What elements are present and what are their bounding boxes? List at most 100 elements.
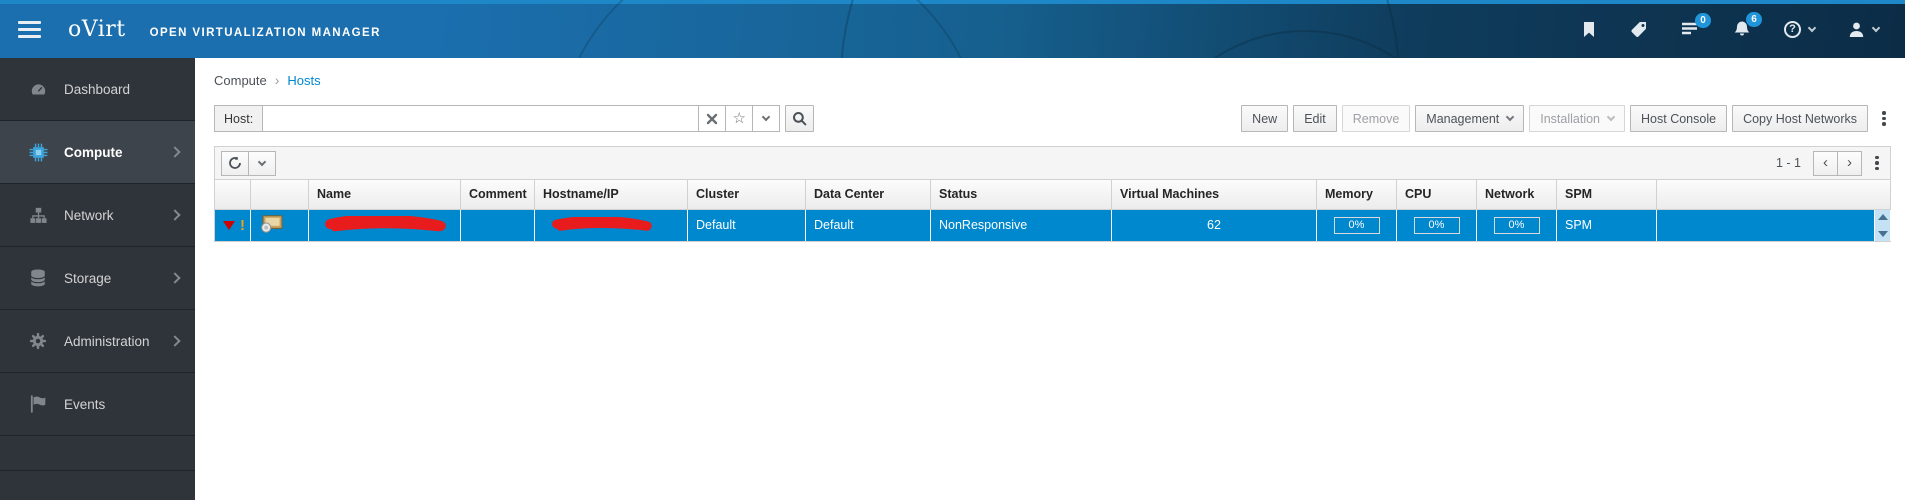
table-header-row: Name Comment Hostname/IP Cluster Data Ce… (214, 180, 1891, 210)
sidebar-item-compute[interactable]: Compute (0, 121, 195, 184)
spm-host-icon (261, 214, 283, 233)
sidebar-spacer (0, 436, 195, 471)
cpu-cell[interactable]: 0% (1396, 209, 1477, 242)
network-cell[interactable]: 0% (1476, 209, 1557, 242)
column-header-name[interactable]: Name (308, 180, 461, 210)
column-header-type[interactable] (250, 180, 309, 210)
help-menu[interactable]: ? (1784, 20, 1817, 38)
host-console-button[interactable]: Host Console (1630, 105, 1728, 132)
magnifier-icon (793, 112, 807, 126)
new-button[interactable]: New (1241, 105, 1289, 132)
datacenter-cell[interactable]: Default (805, 209, 931, 242)
masthead-decoration (1140, 30, 1470, 58)
notifications-bell-icon[interactable]: 6 (1733, 12, 1762, 38)
table-scrollbar[interactable] (1874, 209, 1891, 242)
chevron-right-icon (169, 209, 181, 221)
scroll-down-icon[interactable] (1877, 230, 1888, 237)
redacted-name-scribble (325, 216, 446, 232)
scroll-up-icon[interactable] (1877, 213, 1888, 220)
clear-search-icon[interactable] (698, 105, 727, 132)
user-menu[interactable] (1848, 21, 1881, 38)
comment-cell[interactable] (460, 209, 535, 242)
kebab-menu-icon[interactable] (1870, 150, 1884, 177)
hostname-cell[interactable] (534, 209, 688, 242)
search-input[interactable] (262, 105, 700, 132)
column-header-filler (1656, 180, 1891, 210)
controls-row: Host: ☆ New Edit Remove Management Insta… (214, 105, 1891, 132)
alert-cell[interactable]: ! (214, 209, 251, 242)
breadcrumb-separator: › (274, 72, 280, 88)
error-triangle-icon (223, 220, 235, 230)
masthead-decoration (840, 0, 1400, 58)
memory-cell[interactable]: 0% (1316, 209, 1397, 242)
remove-button[interactable]: Remove (1341, 105, 1411, 132)
sidebar-item-label: Network (64, 207, 114, 223)
sidebar-item-label: Compute (64, 144, 123, 160)
tasks-badge: 0 (1695, 13, 1711, 28)
breadcrumb-hosts-link[interactable]: Hosts (287, 73, 320, 88)
dashboard-icon (29, 81, 51, 98)
search-history-chevron-icon[interactable] (752, 105, 781, 132)
sidebar-item-label: Administration (64, 333, 150, 349)
breadcrumb: Compute › Hosts (214, 71, 1891, 89)
pagination-range: 1 - 1 (1775, 156, 1801, 170)
sidebar-item-administration[interactable]: Administration (0, 310, 195, 373)
column-header-cpu[interactable]: CPU (1396, 180, 1477, 210)
pagination: 1 - 1 ‹ › (1776, 150, 1884, 177)
bookmark-icon[interactable] (1581, 21, 1597, 38)
column-header-alert[interactable] (214, 180, 251, 210)
edit-button[interactable]: Edit (1293, 105, 1337, 132)
vm-count-cell[interactable]: 62 (1111, 209, 1317, 242)
chevron-down-icon (1506, 112, 1515, 122)
chevron-right-icon (169, 335, 181, 347)
filler-cell[interactable] (1656, 209, 1875, 242)
search-button[interactable] (785, 105, 815, 132)
sidebar-item-network[interactable]: Network (0, 184, 195, 247)
sidebar-item-label: Events (64, 396, 106, 412)
column-header-network[interactable]: Network (1476, 180, 1557, 210)
status-cell[interactable]: NonResponsive (930, 209, 1112, 242)
refresh-icon (229, 156, 241, 169)
sidebar-item-dashboard[interactable]: Dashboard (0, 58, 195, 121)
management-dropdown-button[interactable]: Management (1415, 105, 1525, 132)
tags-icon[interactable] (1630, 21, 1648, 38)
user-icon (1849, 22, 1864, 37)
sitemap-icon (29, 207, 51, 224)
bookmark-search-star-icon[interactable]: ☆ (725, 105, 754, 132)
previous-page-button[interactable]: ‹ (1813, 150, 1838, 176)
chevron-down-icon (1807, 23, 1817, 32)
refresh-button[interactable] (221, 150, 249, 176)
column-header-comment[interactable]: Comment (460, 180, 535, 210)
search-scope-label: Host: (214, 105, 264, 132)
column-header-spm[interactable]: SPM (1556, 180, 1657, 210)
column-header-cluster[interactable]: Cluster (687, 180, 806, 210)
installation-dropdown-button[interactable]: Installation (1529, 105, 1626, 132)
column-header-memory[interactable]: Memory (1316, 180, 1397, 210)
spm-cell[interactable]: SPM (1556, 209, 1657, 242)
tasks-icon[interactable]: 0 (1681, 13, 1711, 37)
sidebar-item-events[interactable]: Events (0, 373, 195, 436)
alerts-badge: 6 (1746, 12, 1762, 27)
next-page-button[interactable]: › (1837, 150, 1862, 176)
name-cell[interactable] (308, 209, 461, 242)
chevron-down-icon (1606, 112, 1616, 122)
column-header-datacenter[interactable]: Data Center (805, 180, 931, 210)
chevron-right-icon (169, 146, 181, 158)
question-icon: ? (1784, 20, 1801, 38)
memory-usage-gauge: 0% (1333, 216, 1380, 234)
column-header-hostname[interactable]: Hostname/IP (534, 180, 688, 210)
host-type-cell[interactable] (250, 209, 309, 242)
breadcrumb-compute-link[interactable]: Compute (214, 73, 267, 88)
refresh-menu-button[interactable] (248, 150, 276, 176)
sidebar-item-storage[interactable]: Storage (0, 247, 195, 310)
copy-host-networks-button[interactable]: Copy Host Networks (1732, 105, 1868, 132)
masthead-icons: 0 6 ? (1581, 12, 1881, 38)
column-header-status[interactable]: Status (930, 180, 1112, 210)
cluster-cell[interactable]: Default (687, 209, 806, 242)
column-header-vms[interactable]: Virtual Machines (1111, 180, 1317, 210)
kebab-menu-icon[interactable] (1877, 105, 1891, 132)
database-icon (29, 269, 51, 287)
host-row-selected[interactable]: ! Default Default NonResponsive 62 0% 0%… (214, 209, 1891, 242)
gear-icon (29, 332, 51, 350)
menu-toggle-icon[interactable] (18, 20, 41, 38)
